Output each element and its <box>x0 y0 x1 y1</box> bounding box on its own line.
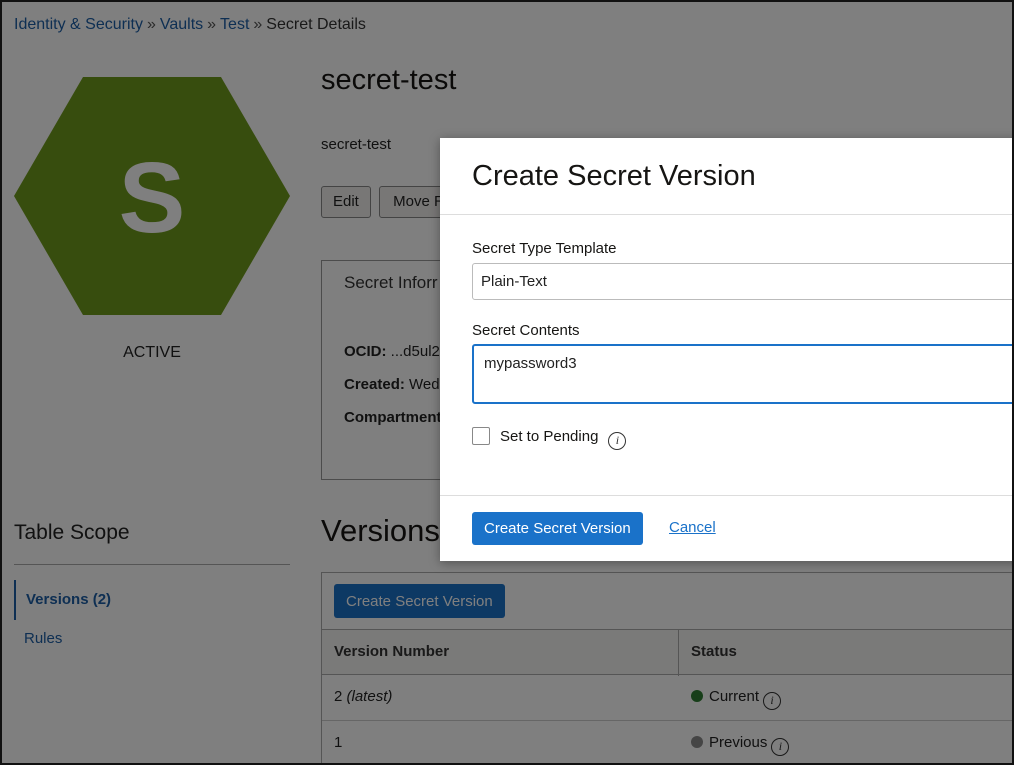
set-to-pending-row: Set to Pending i <box>472 427 627 450</box>
dialog-body: Secret Type Template Plain-Text Secret C… <box>440 215 1012 495</box>
set-to-pending-label[interactable]: Set to Pending <box>500 428 598 445</box>
dialog-header: Create Secret Version <box>440 138 1012 215</box>
create-secret-version-dialog: Create Secret Version Secret Type Templa… <box>440 138 1012 561</box>
set-to-pending-checkbox[interactable] <box>472 427 490 445</box>
secret-contents-label: Secret Contents <box>472 322 580 339</box>
cancel-link[interactable]: Cancel <box>669 519 716 536</box>
secret-contents-textarea[interactable]: mypassword3 <box>472 344 1012 404</box>
create-secret-version-submit-button[interactable]: Create Secret Version <box>472 512 643 545</box>
secret-type-template-label: Secret Type Template <box>472 240 617 257</box>
secret-type-template-select[interactable]: Plain-Text <box>472 263 1012 300</box>
app-window: Identity & Security»Vaults»Test»Secret D… <box>0 0 1014 765</box>
dialog-title: Create Secret Version <box>472 160 756 192</box>
dialog-footer: Create Secret Version Cancel <box>440 495 1012 561</box>
info-icon[interactable]: i <box>608 432 627 450</box>
